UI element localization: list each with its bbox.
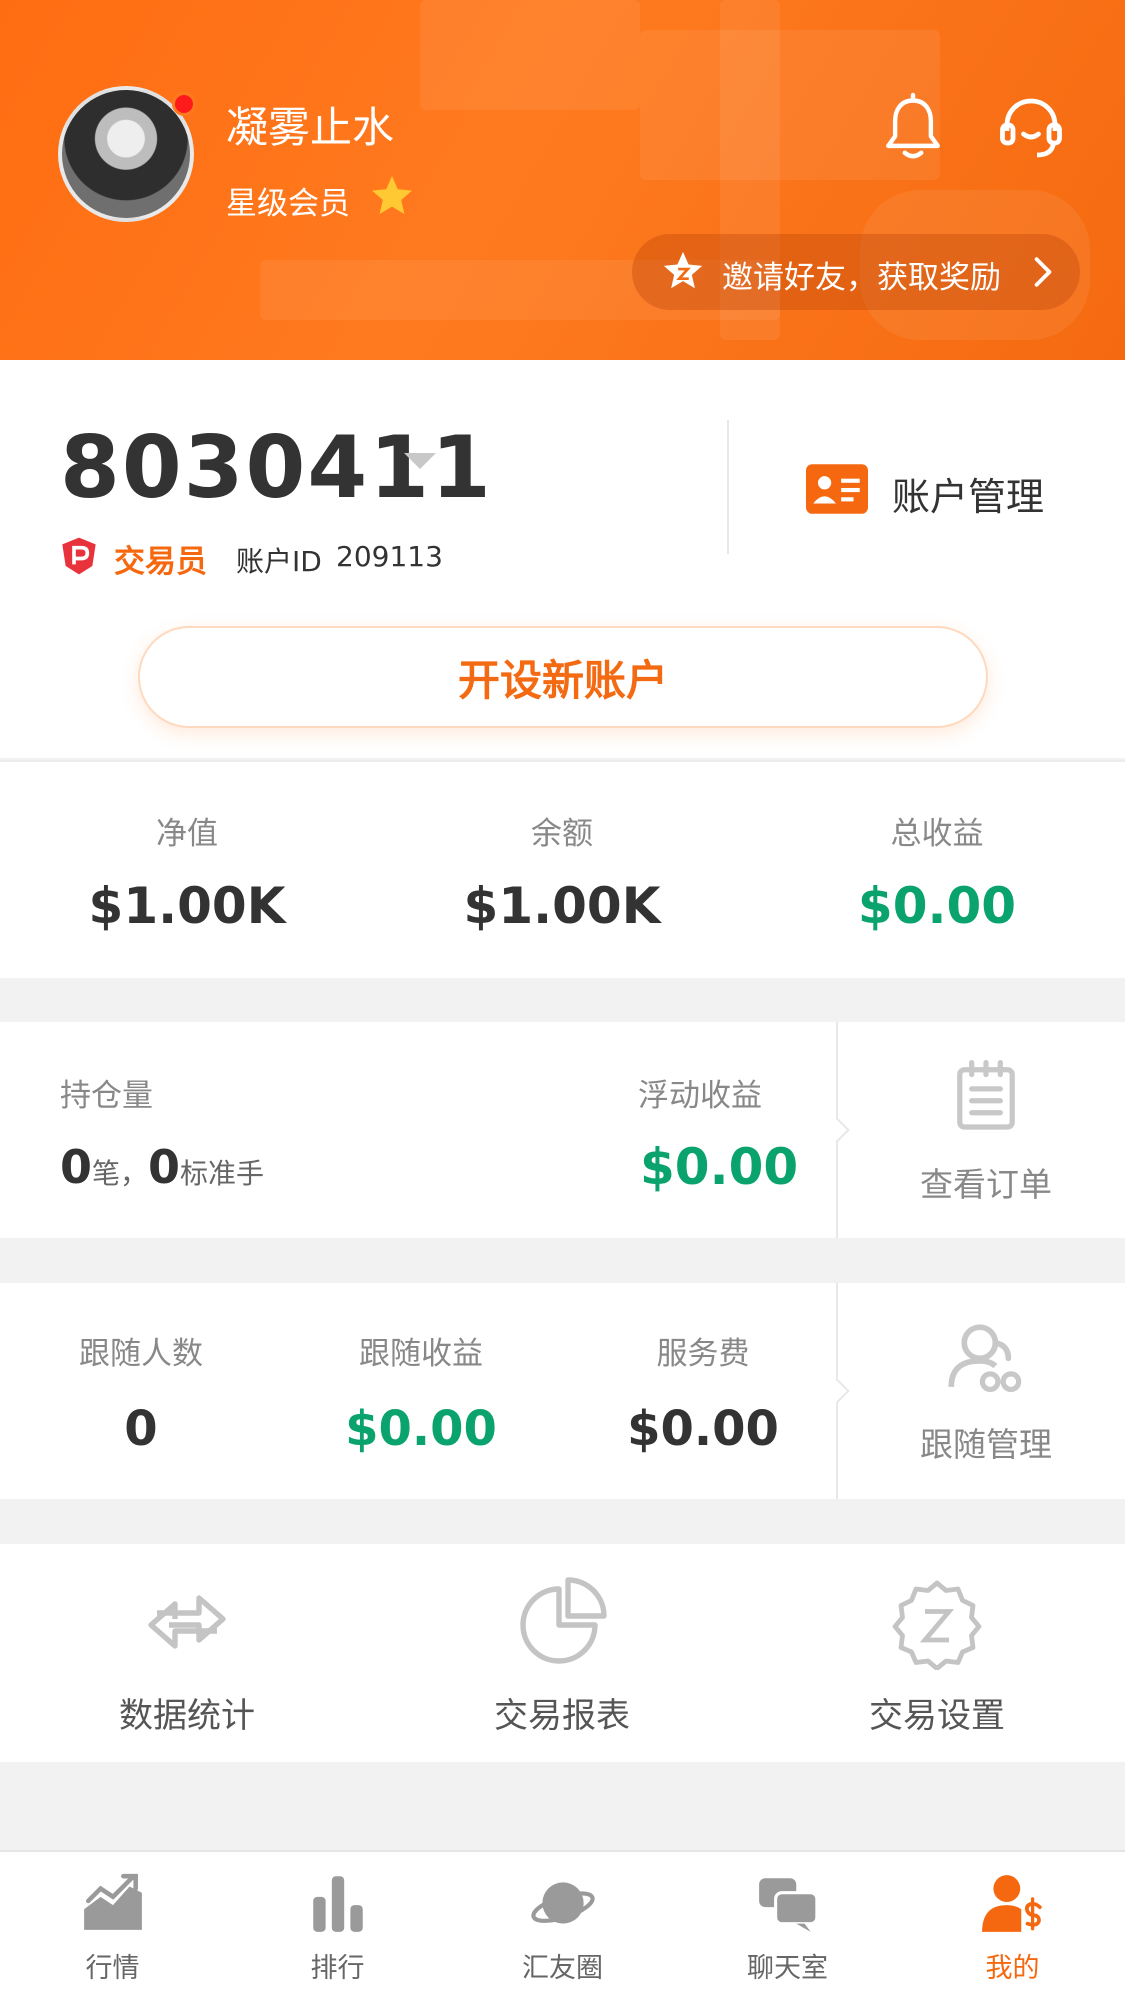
stat-label: 净值 xyxy=(156,816,218,852)
tab-market[interactable]: 行情 xyxy=(0,1872,225,1985)
holding-label: 持仓量 xyxy=(60,1078,153,1114)
trader-badge-icon xyxy=(62,537,96,575)
tab-ranking[interactable]: 排行 xyxy=(225,1872,450,1985)
trade-settings-button[interactable]: 交易设置 xyxy=(750,1574,1124,1737)
tab-label: 行情 xyxy=(85,1953,140,1984)
follow-stat-label: 跟随收益 xyxy=(359,1336,483,1372)
notification-dot xyxy=(172,92,196,116)
follow-stat-label: 服务费 xyxy=(656,1336,750,1372)
data-statistics-button[interactable]: 数据统计 xyxy=(0,1574,374,1737)
follow-stat-label: 跟随人数 xyxy=(79,1336,203,1372)
settings-gear-icon xyxy=(892,1580,982,1670)
pie-chart-icon xyxy=(520,1577,607,1664)
tab-label: 我的 xyxy=(985,1953,1040,1984)
transfer-arrows-icon xyxy=(148,1595,226,1649)
lots-unit: 笔， xyxy=(92,1157,149,1190)
holding-values: 0笔，0标准手 xyxy=(60,1140,264,1194)
stat-value: $0.00 xyxy=(857,877,1017,935)
tab-label: 汇友圈 xyxy=(522,1953,603,1984)
follow-stat-value: $0.00 xyxy=(627,1401,779,1457)
star-icon xyxy=(372,176,412,214)
stat-label: 总收益 xyxy=(890,816,984,852)
tab-label: 排行 xyxy=(310,1953,365,1984)
followers-count: 跟随人数 0 xyxy=(0,1328,282,1457)
view-orders-label[interactable]: 查看订单 xyxy=(920,1158,1052,1206)
follow-stat-value: $0.00 xyxy=(345,1401,497,1457)
positions-card xyxy=(0,1022,836,1238)
role-label: 交易员 xyxy=(114,544,207,580)
stat-value: $1.00K xyxy=(463,877,661,935)
floating-profit-label: 浮动收益 xyxy=(638,1078,762,1114)
trade-report-button[interactable]: 交易报表 xyxy=(375,1574,749,1737)
service-fee: 服务费 $0.00 xyxy=(562,1328,844,1457)
chat-icon xyxy=(758,1878,818,1932)
member-level: 星级会员 xyxy=(226,186,350,222)
open-new-account-button[interactable]: 开设新账户 xyxy=(138,626,988,728)
stat-label: 余额 xyxy=(531,816,593,852)
stat-total-profit: 总收益 $0.00 xyxy=(750,808,1124,935)
caret-down-icon[interactable] xyxy=(404,452,436,470)
account-manage-button[interactable]: 账户管理 xyxy=(892,466,1044,521)
planet-icon xyxy=(530,1882,595,1924)
chevron-right-icon xyxy=(1034,257,1052,287)
tab-mine[interactable]: 我的 xyxy=(900,1872,1125,1985)
user-dollar-icon xyxy=(981,1875,1042,1932)
customer-service-icon[interactable] xyxy=(995,92,1067,164)
tab-label: 聊天室 xyxy=(747,1953,828,1984)
stat-value: $1.00K xyxy=(88,877,286,935)
id-card-icon[interactable] xyxy=(806,464,868,514)
lots-count: 0 xyxy=(60,1140,93,1194)
divider xyxy=(727,420,729,554)
tool-label: 交易报表 xyxy=(494,1696,630,1736)
tab-chatroom[interactable]: 聊天室 xyxy=(675,1872,900,1985)
bar-chart-icon xyxy=(312,1876,363,1932)
floating-profit-value: $0.00 xyxy=(640,1138,799,1196)
account-id-value: 209113 xyxy=(336,540,443,573)
invite-label: 邀请好友，获取奖励 xyxy=(722,260,1001,296)
tool-label: 数据统计 xyxy=(119,1696,255,1736)
follow-manage-label[interactable]: 跟随管理 xyxy=(920,1418,1052,1466)
trend-chart-icon xyxy=(83,1873,142,1930)
follow-stat-value: 0 xyxy=(124,1401,158,1457)
follow-profit: 跟随收益 $0.00 xyxy=(280,1328,562,1457)
account-id-label: 账户ID xyxy=(236,545,322,578)
bell-icon[interactable] xyxy=(880,92,946,164)
tab-community[interactable]: 汇友圈 xyxy=(450,1872,675,1985)
tool-label: 交易设置 xyxy=(869,1696,1005,1736)
std-lots-unit: 标准手 xyxy=(180,1157,265,1190)
stat-net-value: 净值 $1.00K xyxy=(0,808,374,935)
stat-balance: 余额 $1.00K xyxy=(375,808,749,935)
follow-users-icon[interactable] xyxy=(946,1322,1024,1392)
std-lots-count: 0 xyxy=(148,1140,181,1194)
order-list-icon[interactable] xyxy=(955,1060,1017,1132)
username: 凝雾止水 xyxy=(226,103,395,152)
star-badge-icon xyxy=(663,251,703,289)
